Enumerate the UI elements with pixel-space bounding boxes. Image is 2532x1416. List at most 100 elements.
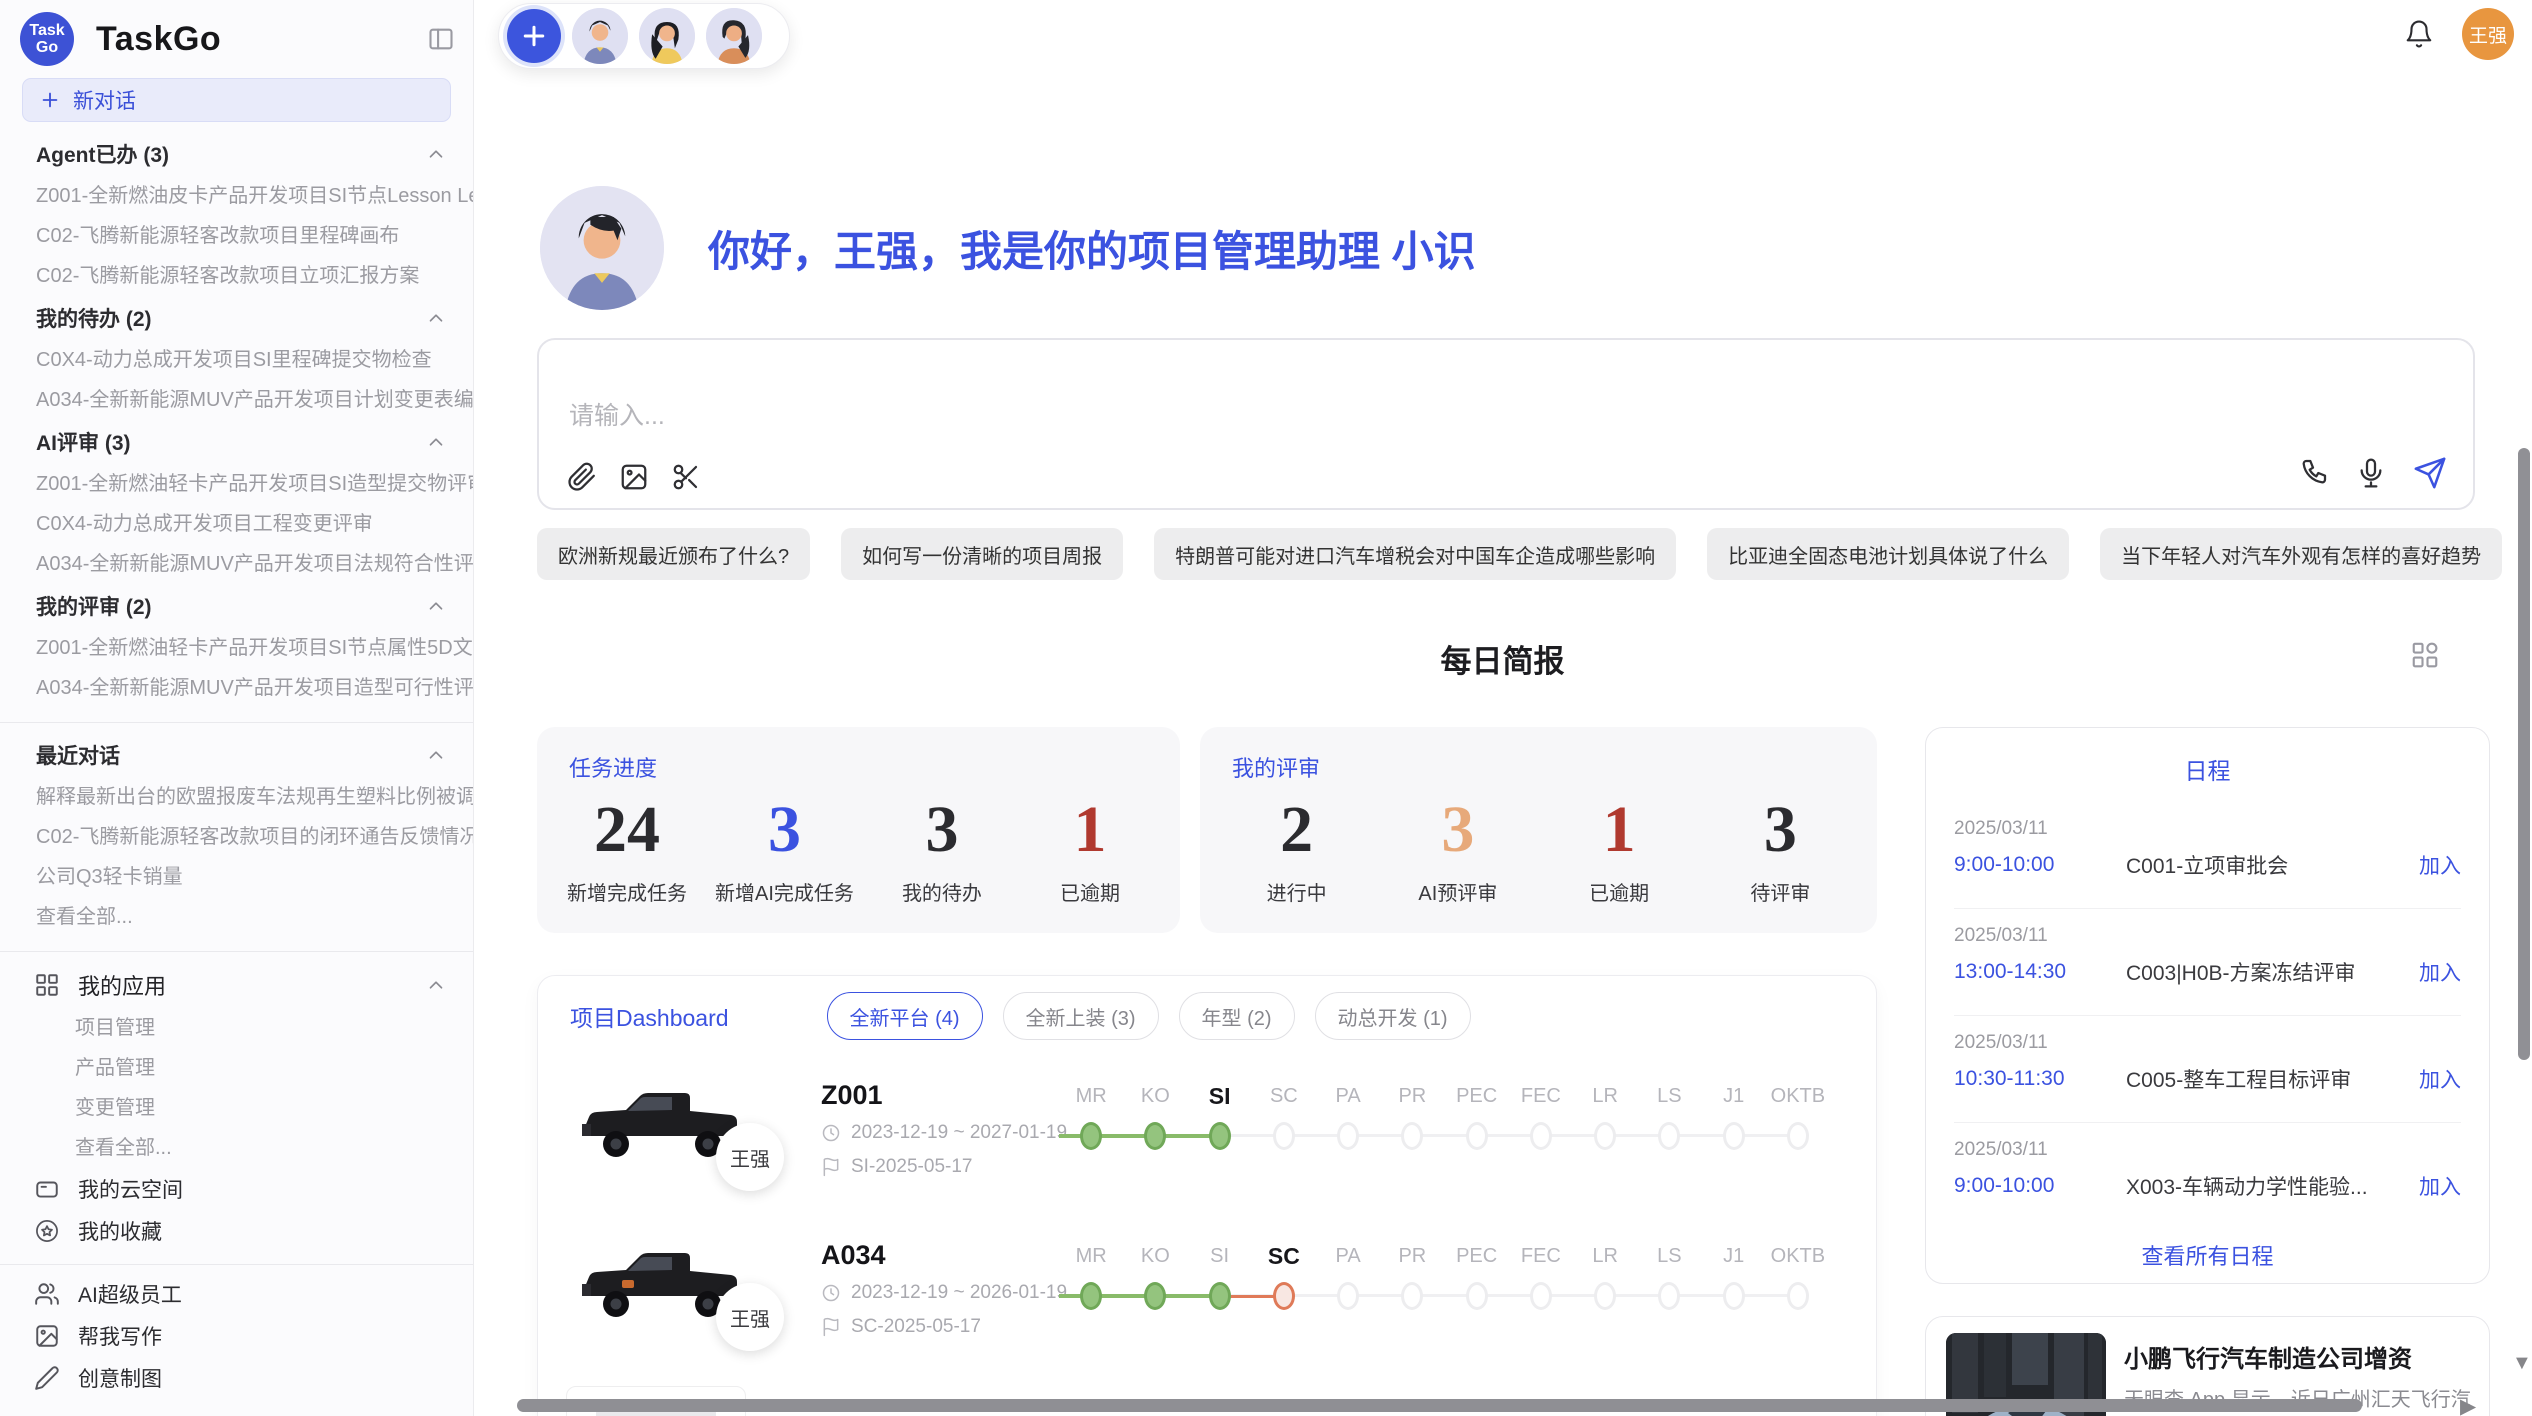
milestone-dot[interactable] xyxy=(1658,1282,1680,1310)
suggestion-chip[interactable]: 如何写一份清晰的项目周报 xyxy=(841,528,1123,580)
app-item-change[interactable]: 变更管理 xyxy=(0,1088,473,1128)
stat-label: 已逾期 xyxy=(1030,877,1150,906)
join-link[interactable]: 加入 xyxy=(2419,957,2461,987)
member-avatar[interactable] xyxy=(706,8,762,64)
join-link[interactable]: 加入 xyxy=(2419,850,2461,880)
milestone-dot[interactable] xyxy=(1594,1122,1616,1150)
suggestion-chip[interactable]: 比亚迪全固态电池计划具体说了什么 xyxy=(1707,528,2069,580)
milestone-dot-done[interactable] xyxy=(1144,1122,1166,1150)
stat-label: 进行中 xyxy=(1237,877,1357,906)
list-item[interactable]: C02-飞腾新能源轻客改款项目里程碑画布 xyxy=(0,216,473,256)
project-row[interactable]: 王强 A034 2023-12-19 ~ 2026-01-19 SC-2025-… xyxy=(538,1226,1876,1386)
view-all-chats[interactable]: 查看全部... xyxy=(0,897,473,937)
list-item[interactable]: Z001-全新燃油轻卡产品开发项目SI节点属性5D文件评审 xyxy=(0,628,473,668)
suggestion-chip[interactable]: 欧洲新规最近颁布了什么? xyxy=(537,528,810,580)
milestone-dot[interactable] xyxy=(1337,1282,1359,1310)
view-all-schedule-link[interactable]: 查看所有日程 xyxy=(1926,1239,2489,1271)
milestone-label: KO xyxy=(1123,1240,1187,1272)
list-item[interactable]: A034-全新新能源MUV产品开发项目造型可行性评审 xyxy=(0,668,473,708)
milestone-label: PA xyxy=(1316,1240,1380,1272)
milestone-dot-overdue[interactable] xyxy=(1273,1282,1295,1310)
filter-pill[interactable]: 全新上装 (3) xyxy=(1003,992,1159,1040)
scissors-icon[interactable] xyxy=(671,462,701,492)
filter-pill[interactable]: 年型 (2) xyxy=(1179,992,1295,1040)
project-row[interactable]: 王强 Z001 2023-12-19 ~ 2027-01-19 SI-2025-… xyxy=(538,1066,1876,1226)
milestone-dot-done[interactable] xyxy=(1144,1282,1166,1310)
milestone-dot[interactable] xyxy=(1466,1122,1488,1150)
section-recent-chats[interactable]: 最近对话 xyxy=(0,733,473,777)
chat-input[interactable] xyxy=(569,402,1769,431)
my-apps-header[interactable]: 我的应用 xyxy=(0,962,473,1008)
sidebar-item-favorites[interactable]: 我的收藏 xyxy=(0,1210,473,1252)
layout-grid-icon[interactable] xyxy=(2410,640,2440,670)
milestone-dot-done[interactable] xyxy=(1080,1282,1102,1310)
milestone-dot[interactable] xyxy=(1723,1282,1745,1310)
milestone-dot[interactable] xyxy=(1401,1122,1423,1150)
milestone-dot[interactable] xyxy=(1273,1122,1295,1150)
new-chat-button[interactable]: 新对话 xyxy=(22,78,451,122)
list-item[interactable]: C02-飞腾新能源轻客改款项目的闭环通告反馈情况 xyxy=(0,817,473,857)
filter-pill[interactable]: 全新平台 (4) xyxy=(827,992,983,1040)
milestone-dot[interactable] xyxy=(1787,1282,1809,1310)
milestone-dot[interactable] xyxy=(1337,1122,1359,1150)
section-my-todo[interactable]: 我的待办 (2) xyxy=(0,296,473,340)
milestone-dot[interactable] xyxy=(1723,1122,1745,1150)
list-item[interactable]: C0X4-动力总成开发项目SI里程碑提交物检查 xyxy=(0,340,473,380)
image-upload-icon[interactable] xyxy=(619,462,649,492)
milestone-dot[interactable] xyxy=(1530,1282,1552,1310)
filter-pill[interactable]: 动总开发 (1) xyxy=(1315,992,1471,1040)
stat-label: AI预评审 xyxy=(1398,877,1518,906)
send-icon[interactable] xyxy=(2413,456,2447,490)
sidebar-item-writing[interactable]: 帮我写作 xyxy=(0,1315,473,1357)
view-all-apps[interactable]: 查看全部... xyxy=(0,1128,473,1168)
app-item-project[interactable]: 项目管理 xyxy=(0,1008,473,1048)
milestone-dot-done[interactable] xyxy=(1209,1282,1231,1310)
section-agent-done[interactable]: Agent已办 (3) xyxy=(0,132,473,176)
list-item[interactable]: 公司Q3轻卡销量 xyxy=(0,857,473,897)
join-link[interactable]: 加入 xyxy=(2419,1064,2461,1094)
scroll-right-arrow-icon[interactable]: ▶ xyxy=(2460,1394,2476,1416)
project-date-range: 2023-12-19 ~ 2027-01-19 xyxy=(851,1122,1067,1144)
list-item[interactable]: Z001-全新燃油皮卡产品开发项目SI节点Lesson Learn报告 xyxy=(0,176,473,216)
milestone-dot[interactable] xyxy=(1530,1122,1552,1150)
stat-value: 24 xyxy=(567,797,687,863)
paperclip-icon[interactable] xyxy=(567,462,597,492)
scroll-down-arrow-icon[interactable]: ▼ xyxy=(2512,1352,2532,1375)
milestone-dot[interactable] xyxy=(1401,1282,1423,1310)
section-ai-review[interactable]: AI评审 (3) xyxy=(0,420,473,464)
sidebar-item-cloud-space[interactable]: 我的云空间 xyxy=(0,1168,473,1210)
suggestion-chip[interactable]: 当下年轻人对汽车外观有怎样的喜好趋势 xyxy=(2100,528,2502,580)
sidebar-item-ai-staff[interactable]: AI超级员工 xyxy=(0,1273,473,1315)
user-avatar[interactable]: 王强 xyxy=(2462,8,2514,60)
milestone-dot[interactable] xyxy=(1466,1282,1488,1310)
list-item[interactable]: A034-全新新能源MUV产品开发项目法规符合性评审 xyxy=(0,544,473,584)
list-item[interactable]: A034-全新新能源MUV产品开发项目计划变更表编写 xyxy=(0,380,473,420)
section-label: 我的评审 (2) xyxy=(36,591,152,621)
project-flag-label: SI-2025-05-17 xyxy=(851,1156,972,1178)
suggestion-chip[interactable]: 特朗普可能对进口汽车增税会对中国车企造成哪些影响 xyxy=(1154,528,1676,580)
list-item[interactable]: 解释最新出台的欧盟报废车法规再生塑料比例被调至15%... xyxy=(0,777,473,817)
vertical-scrollbar[interactable] xyxy=(2518,448,2530,1060)
microphone-icon[interactable] xyxy=(2355,457,2387,489)
notifications-bell-icon[interactable] xyxy=(2404,19,2434,49)
phone-call-icon[interactable] xyxy=(2297,457,2329,489)
milestone-dot-done[interactable] xyxy=(1080,1122,1102,1150)
sidebar-collapse-icon[interactable] xyxy=(427,25,455,53)
sidebar-item-drawing[interactable]: 创意制图 xyxy=(0,1357,473,1399)
join-link[interactable]: 加入 xyxy=(2419,1171,2461,1201)
horizontal-scrollbar[interactable] xyxy=(517,1399,2362,1412)
section-my-review[interactable]: 我的评审 (2) xyxy=(0,584,473,628)
stat-value: 3 xyxy=(1720,797,1840,863)
add-agent-button[interactable] xyxy=(507,9,561,63)
list-item[interactable]: C02-飞腾新能源轻客改款项目立项汇报方案 xyxy=(0,256,473,296)
member-avatar[interactable] xyxy=(572,8,628,64)
list-item[interactable]: C0X4-动力总成开发项目工程变更评审 xyxy=(0,504,473,544)
milestone-dot[interactable] xyxy=(1658,1122,1680,1150)
milestone-dot[interactable] xyxy=(1787,1122,1809,1150)
milestone-dot[interactable] xyxy=(1594,1282,1616,1310)
schedule-time: 9:00-10:00 xyxy=(1954,853,2126,877)
list-item[interactable]: Z001-全新燃油轻卡产品开发项目SI造型提交物评审 xyxy=(0,464,473,504)
member-avatar[interactable] xyxy=(639,8,695,64)
milestone-dot-done[interactable] xyxy=(1209,1122,1231,1150)
app-item-product[interactable]: 产品管理 xyxy=(0,1048,473,1088)
